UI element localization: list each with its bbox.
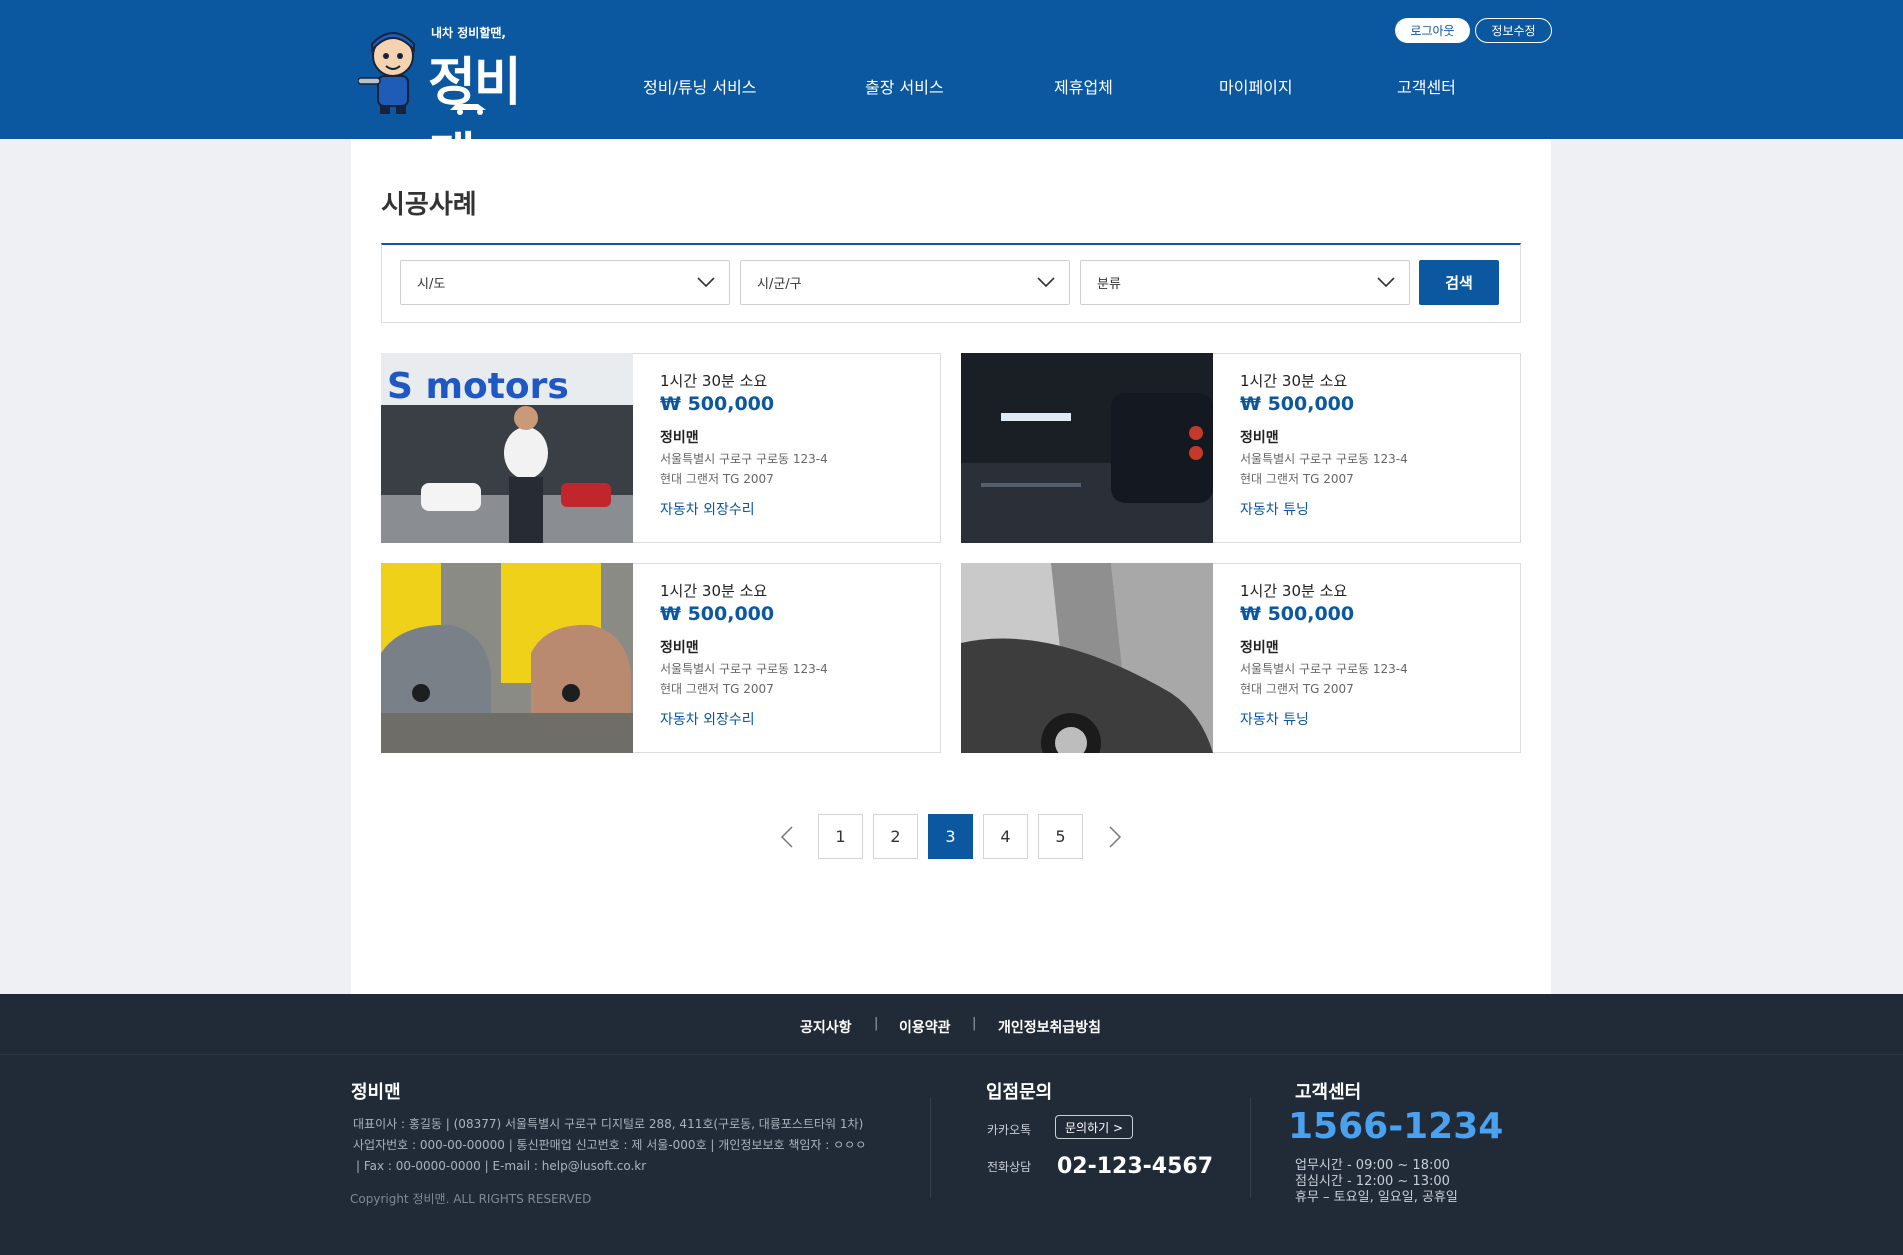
case-category: 자동차 외장수리 xyxy=(660,712,755,728)
page-2-button[interactable]: 2 xyxy=(873,814,918,859)
sido-select-value: 시/도 xyxy=(417,277,446,292)
case-address: 서울특별시 구로구 구로동 123-4 xyxy=(660,452,828,466)
chevron-left-icon[interactable] xyxy=(775,824,801,850)
page-4-button[interactable]: 4 xyxy=(983,814,1028,859)
page-title: 시공사례 xyxy=(381,190,477,220)
car-icon xyxy=(450,104,486,115)
footer-link-notice[interactable]: 공지사항 xyxy=(800,1017,852,1037)
case-category: 자동차 외장수리 xyxy=(660,502,755,518)
case-car-model: 현대 그랜저 TG 2007 xyxy=(1240,472,1354,486)
case-card[interactable]: 1시간 30분 소요 ₩ 500,000 정비맨 서울특별시 구로구 구로동 1… xyxy=(961,563,1521,753)
case-card[interactable]: S motors 1시간 30분 소요 ₩ 500,000 정비맨 서울특별시 … xyxy=(381,353,941,543)
case-address: 서울특별시 구로구 구로동 123-4 xyxy=(1240,452,1408,466)
footer-separator: | xyxy=(972,1016,977,1031)
case-duration: 1시간 30분 소요 xyxy=(1240,582,1348,600)
case-shop-name: 정비맨 xyxy=(1240,640,1279,656)
page-1-button[interactable]: 1 xyxy=(818,814,863,859)
footer: 공지사항 | 이용약관 | 개인정보취급방침 정비맨 대표이사 : 홍길동 | … xyxy=(0,994,1903,1255)
case-duration: 1시간 30분 소요 xyxy=(660,582,768,600)
case-duration: 1시간 30분 소요 xyxy=(1240,372,1348,390)
support-number: 1566-1234 xyxy=(1288,1106,1504,1147)
case-card[interactable]: 1시간 30분 소요 ₩ 500,000 정비맨 서울특별시 구로구 구로동 1… xyxy=(961,353,1521,543)
kakao-label: 카카오톡 xyxy=(987,1123,1032,1137)
footer-divider xyxy=(1250,1097,1251,1197)
chevron-down-icon xyxy=(697,277,715,288)
case-price: ₩ 500,000 xyxy=(1240,603,1355,625)
case-image-car-building xyxy=(961,563,1213,753)
support-lunch-hours: 점심시간 - 12:00 ~ 13:00 xyxy=(1295,1174,1450,1189)
chevron-down-icon xyxy=(1037,277,1055,288)
case-car-model: 현대 그랜저 TG 2007 xyxy=(1240,682,1354,696)
support-hours: 업무시간 - 09:00 ~ 18:00 점심시간 - 12:00 ~ 13:0… xyxy=(1295,1158,1458,1206)
sido-select[interactable]: 시/도 xyxy=(400,260,730,305)
case-image-shop: S motors xyxy=(381,353,633,543)
support-title: 고객센터 xyxy=(1295,1082,1362,1103)
footer-link-privacy[interactable]: 개인정보취급방침 xyxy=(998,1017,1101,1037)
case-address: 서울특별시 구로구 구로동 123-4 xyxy=(660,662,828,676)
footer-link-terms[interactable]: 이용약관 xyxy=(899,1017,951,1037)
case-shop-name: 정비맨 xyxy=(660,640,699,656)
case-category: 자동차 튜닝 xyxy=(1240,502,1309,518)
store-inquiry-title: 입점문의 xyxy=(986,1082,1053,1103)
category-select-value: 분류 xyxy=(1097,277,1121,292)
case-image-classic-cars xyxy=(381,563,633,753)
page-5-button[interactable]: 5 xyxy=(1038,814,1083,859)
sigungu-select-value: 시/군/구 xyxy=(757,277,802,292)
category-select[interactable]: 분류 xyxy=(1080,260,1410,305)
case-image-garage xyxy=(961,353,1213,543)
phone-consult-label: 전화상담 xyxy=(987,1160,1032,1174)
case-car-model: 현대 그랜저 TG 2007 xyxy=(660,472,774,486)
footer-company-info-1: 대표이사 : 홍길동 | (08377) 서울특별시 구로구 디지털로 288,… xyxy=(353,1117,864,1131)
case-shop-name: 정비맨 xyxy=(660,430,699,446)
case-price: ₩ 500,000 xyxy=(660,393,775,415)
case-car-model: 현대 그랜저 TG 2007 xyxy=(660,682,774,696)
filter-bar: 시/도 시/군/구 분류 검색 xyxy=(381,243,1521,323)
case-card[interactable]: 1시간 30분 소요 ₩ 500,000 정비맨 서울특별시 구로구 구로동 1… xyxy=(381,563,941,753)
inquiry-button[interactable]: 문의하기 > xyxy=(1055,1115,1133,1139)
case-category: 자동차 튜닝 xyxy=(1240,712,1309,728)
case-address: 서울특별시 구로구 구로동 123-4 xyxy=(1240,662,1408,676)
footer-separator: | xyxy=(874,1016,879,1031)
case-duration: 1시간 30분 소요 xyxy=(660,372,768,390)
nav-customer-center[interactable]: 고객센터 xyxy=(1397,74,1456,98)
footer-company-info-3: | Fax : 00-0000-0000 | E-mail : help@lus… xyxy=(356,1159,647,1173)
footer-company-name: 정비맨 xyxy=(351,1082,401,1103)
case-shop-name: 정비맨 xyxy=(1240,430,1279,446)
nav-repair-tuning[interactable]: 정비/튜닝 서비스 xyxy=(643,74,757,98)
store-phone-number: 02-123-4567 xyxy=(1057,1154,1214,1179)
support-holidays: 휴무 – 토요일, 일요일, 공휴일 xyxy=(1295,1190,1458,1205)
logo[interactable]: 내차 정비할땐, 정비맨 xyxy=(356,20,548,188)
page-3-button[interactable]: 3 xyxy=(928,814,973,859)
footer-links: 공지사항 | 이용약관 | 개인정보취급방침 xyxy=(0,994,1903,1055)
logout-button[interactable]: 로그아웃 xyxy=(1395,18,1470,43)
header: 내차 정비할땐, 정비맨 로그아웃 정보수정 정비/튜닝 서비스 출장 서비스 … xyxy=(0,0,1903,188)
copyright: Copyright 정비맨. ALL RIGHTS RESERVED xyxy=(350,1192,592,1206)
nav-visit-service[interactable]: 출장 서비스 xyxy=(865,74,944,98)
shop-sign-text: S motors xyxy=(387,366,569,407)
logo-tagline: 내차 정비할땐, xyxy=(431,26,506,40)
footer-divider xyxy=(930,1097,931,1197)
case-price: ₩ 500,000 xyxy=(660,603,775,625)
chevron-down-icon xyxy=(1377,277,1395,288)
chevron-right-icon[interactable] xyxy=(1101,824,1127,850)
footer-company-info-2: 사업자번호 : 000-00-00000 | 통신판매업 신고번호 : 제 서울… xyxy=(353,1138,867,1152)
sigungu-select[interactable]: 시/군/구 xyxy=(740,260,1070,305)
edit-info-button[interactable]: 정보수정 xyxy=(1475,18,1552,43)
mechanic-mascot-icon xyxy=(358,32,415,114)
support-work-hours: 업무시간 - 09:00 ~ 18:00 xyxy=(1295,1158,1450,1173)
search-button[interactable]: 검색 xyxy=(1419,260,1499,305)
nav-mypage[interactable]: 마이페이지 xyxy=(1219,74,1293,98)
main-panel: 시공사례 시/도 시/군/구 분류 검색 S motors 1시간 30분 소요… xyxy=(351,139,1551,994)
nav-partners[interactable]: 제휴업체 xyxy=(1054,74,1113,98)
case-price: ₩ 500,000 xyxy=(1240,393,1355,415)
